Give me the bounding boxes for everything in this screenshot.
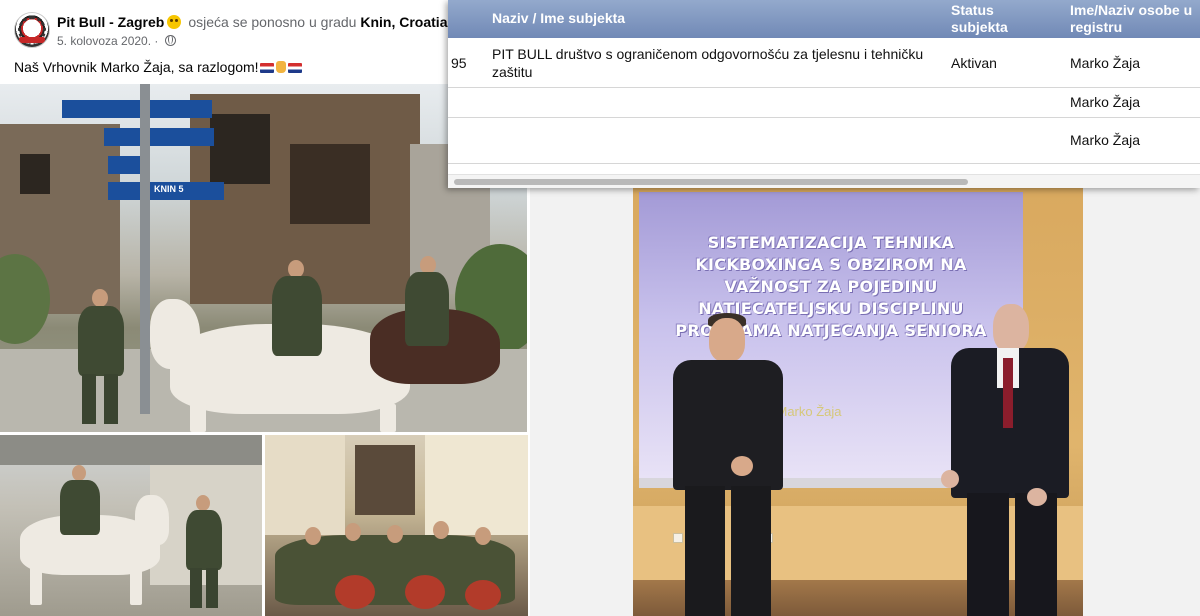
photo-drum (405, 575, 445, 609)
photo-soldier-leg (206, 568, 218, 608)
photo-drum (335, 575, 375, 609)
page-name-link[interactable]: Pit Bull - Zagreb (57, 14, 164, 30)
photo-road-sign: KNIN 5 (150, 182, 224, 200)
presenter-face (709, 318, 745, 362)
column-header-person[interactable]: Ime/Naziv osobe u registru (1070, 2, 1200, 36)
photo-window (20, 154, 50, 194)
photo-horse-leg (380, 404, 396, 432)
photo-soldier-head (196, 495, 210, 511)
registry-person[interactable]: Marko Žaja (1070, 54, 1140, 72)
photo-soldier-leg (82, 374, 96, 424)
presenter-leg (967, 493, 1009, 616)
photo-doorway (355, 445, 415, 515)
photo-road-sign (108, 182, 140, 200)
photo-road-sign (150, 100, 212, 118)
row-number: 95 (451, 55, 467, 71)
photo-road-sign (108, 156, 140, 174)
presenter-hand (941, 470, 959, 488)
horizontal-scrollbar[interactable] (448, 174, 1200, 188)
presenter-leg (685, 486, 725, 616)
presenter-leg (731, 486, 771, 616)
photo-drum (465, 580, 501, 610)
photo-white-horse-head (150, 299, 200, 369)
photo-rider-head (72, 465, 86, 481)
photo-soldier-head (92, 289, 108, 307)
photo-soldier-leg (104, 374, 118, 424)
photo-bottom-right[interactable] (265, 435, 528, 616)
presenter-suit (673, 360, 783, 490)
photo-ruined-roof (0, 435, 262, 465)
globe-icon (164, 35, 176, 46)
croatia-flag-icon (287, 63, 302, 73)
photo-road-sign (150, 128, 214, 146)
photo-soldier (78, 306, 124, 376)
presenter-leg (1015, 493, 1057, 616)
photo-soldier-head (305, 527, 321, 545)
photo-wall (265, 435, 345, 535)
photo-horse-leg (130, 565, 142, 605)
post-title-line: Pit Bull - Zagreb osjeća se ponosno u gra… (57, 14, 451, 30)
photo-white-horse-head (135, 495, 169, 545)
photo-soldier (186, 510, 222, 570)
photo-burned-window (290, 144, 370, 224)
peace-hand-icon (275, 61, 286, 73)
post-text: Naš Vrhovnik Marko Žaja, sa razlogom! (14, 59, 303, 75)
court-registry-table: Naziv / Ime subjekta Status subjekta Ime… (448, 0, 1200, 188)
smile-emoji-icon (167, 15, 182, 29)
table-row[interactable]: Marko Žaja (448, 118, 1200, 164)
photo-rider (405, 272, 449, 346)
scrollbar-thumb[interactable] (454, 179, 968, 185)
post-date-link[interactable]: 5. kolovoza 2020. (57, 34, 151, 48)
table-row[interactable]: Marko Žaja (448, 88, 1200, 118)
registry-person[interactable]: Marko Žaja (1070, 93, 1140, 111)
wall-outlet (673, 533, 683, 543)
post-meta: 5. kolovoza 2020. · (57, 34, 176, 48)
photo-horse-leg (30, 565, 42, 605)
subject-status: Aktivan (951, 55, 997, 71)
table-row[interactable]: 95 PIT BULL društvo s ograničenom odgovo… (448, 38, 1200, 88)
presentation-photo[interactable]: SISTEMATIZACIJA TEHNIKA KICKBOXINGA S OB… (633, 188, 1083, 616)
feeling-text: osjeća se ponosno u gradu (188, 14, 357, 30)
post-text-body: Naš Vrhovnik Marko Žaja, sa razlogom! (14, 59, 259, 75)
photo-soldier-head (433, 521, 449, 539)
photo-burned-window (210, 114, 270, 184)
column-header-name[interactable]: Naziv / Ime subjekta (492, 10, 625, 27)
photo-soldier-head (475, 527, 491, 545)
photo-soldier-leg (190, 568, 202, 608)
photo-soldier-head (387, 525, 403, 543)
photo-rider (272, 276, 322, 356)
photo-rider (60, 480, 100, 535)
presenter-tie (1003, 358, 1013, 428)
column-header-status[interactable]: Status subjekta (951, 2, 1031, 36)
photo-bottom-left[interactable] (0, 435, 262, 616)
avatar-logo-band (19, 37, 45, 43)
photo-soldier-head (345, 523, 361, 541)
photo-horse-leg (190, 404, 206, 432)
page-avatar[interactable] (14, 12, 50, 48)
photo-sign-pole (140, 84, 150, 414)
table-header: Naziv / Ime subjekta Status subjekta Ime… (448, 0, 1200, 38)
registry-person[interactable]: Marko Žaja (1070, 131, 1140, 149)
photo-road-sign (104, 128, 140, 146)
location-link[interactable]: Knin, Croatia (360, 14, 447, 30)
photo-wall (425, 435, 528, 535)
croatia-flag-icon (259, 63, 274, 73)
subject-name[interactable]: PIT BULL društvo s ograničenom odgovorno… (492, 45, 932, 81)
presenter-face (993, 304, 1029, 352)
presenter-hands (731, 456, 753, 476)
presenter-hand (1027, 488, 1047, 506)
photo-road-sign (62, 100, 140, 118)
